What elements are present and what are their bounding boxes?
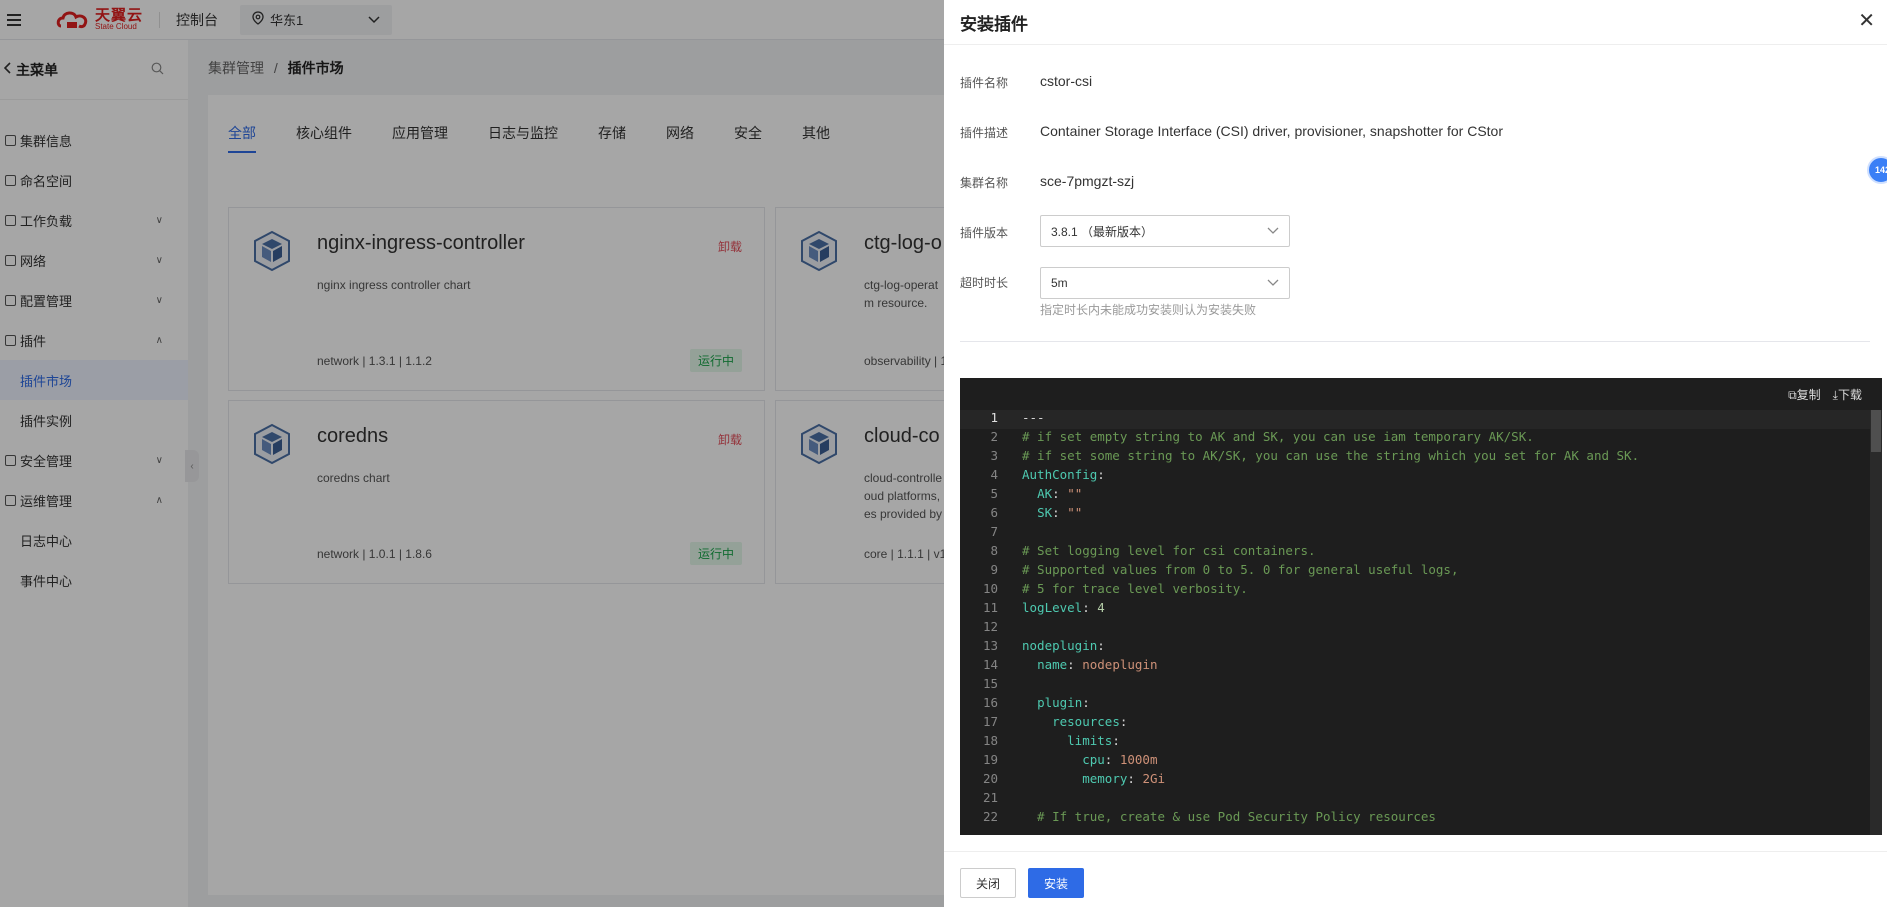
code-line: 17 resources:	[960, 714, 1882, 733]
line-code: memory: 2Gi	[1082, 771, 1166, 786]
editor-scrollbar[interactable]	[1870, 410, 1882, 835]
code-line: 4 AuthConfig:	[960, 467, 1882, 486]
plugin-name-value: cstor-csi	[1040, 73, 1093, 89]
line-number: 6	[990, 505, 998, 520]
line-code: ---	[1022, 410, 1045, 425]
line-code: logLevel: 4	[1022, 600, 1105, 615]
code-line: 20 memory: 2Gi	[960, 771, 1882, 790]
line-code: # 5 for trace level verbosity.	[1022, 581, 1248, 596]
line-number: 15	[982, 676, 998, 691]
install-button[interactable]: 安装	[1028, 868, 1084, 898]
line-number: 22	[982, 809, 998, 824]
modal-overlay[interactable]	[0, 0, 944, 907]
line-code: AuthConfig:	[1022, 467, 1105, 482]
line-code: name: nodeplugin	[1037, 657, 1158, 672]
code-line: 2 # if set empty string to AK and SK, you…	[960, 429, 1882, 448]
editor-toolbar: ⧉复制 ⤓下载	[1788, 386, 1862, 403]
scrollbar-thumb[interactable]	[1871, 410, 1881, 452]
code-line: 1 ---	[960, 410, 1882, 429]
timeout-hint: 指定时长内未能成功安装则认为安装失败	[1040, 303, 1257, 317]
line-number: 20	[982, 771, 998, 786]
plugin-version-label: 插件版本	[960, 226, 1009, 240]
copy-button[interactable]: ⧉复制	[1788, 386, 1821, 403]
version-value: 3.8.1 （最新版本）	[1051, 224, 1154, 239]
code-line: 21	[960, 790, 1882, 809]
copy-icon: ⧉	[1788, 388, 1797, 402]
code-line: 3 # if set some string to AK/SK, you can …	[960, 448, 1882, 467]
line-number: 14	[982, 657, 998, 672]
timeout-value: 5m	[1051, 276, 1068, 290]
line-number: 12	[982, 619, 998, 634]
line-code: # if set some string to AK/SK, you can u…	[1022, 448, 1640, 463]
line-number: 7	[990, 524, 998, 539]
line-code: limits:	[1067, 733, 1120, 748]
divider	[960, 341, 1870, 342]
plugin-name-label: 插件名称	[960, 76, 1009, 90]
line-code: plugin:	[1037, 695, 1090, 710]
code-line: 6 SK: ""	[960, 505, 1882, 524]
line-number: 17	[982, 714, 998, 729]
timeout-select[interactable]: 5m	[1040, 267, 1290, 299]
code-line: 7	[960, 524, 1882, 543]
line-number: 1	[990, 410, 998, 425]
line-number: 21	[982, 790, 998, 805]
copy-label: 复制	[1796, 388, 1821, 402]
line-number: 3	[990, 448, 998, 463]
code-line: 5 AK: ""	[960, 486, 1882, 505]
code-line: 16 plugin:	[960, 695, 1882, 714]
line-number: 18	[982, 733, 998, 748]
line-number: 11	[982, 600, 998, 615]
code-line: 9 # Supported values from 0 to 5. 0 for g…	[960, 562, 1882, 581]
divider	[944, 851, 1887, 852]
code-line: 10 # 5 for trace level verbosity.	[960, 581, 1882, 600]
line-code: # Set logging level for csi containers.	[1022, 543, 1316, 558]
line-code: AK: ""	[1037, 486, 1083, 501]
cluster-name-value: sce-7pmgzt-szj	[1040, 173, 1135, 189]
line-code: # If true, create & use Pod Security Pol…	[1022, 809, 1436, 824]
drawer-title: 安装插件	[960, 15, 1028, 34]
cluster-name-label: 集群名称	[960, 176, 1009, 190]
line-code: # Supported values from 0 to 5. 0 for ge…	[1022, 562, 1459, 577]
line-number: 4	[990, 467, 998, 482]
line-number: 2	[990, 429, 998, 444]
line-code: resources:	[1052, 714, 1128, 729]
close-icon[interactable]: ✕	[1858, 8, 1875, 33]
code-line: 11 logLevel: 4	[960, 600, 1882, 619]
line-code: # if set empty string to AK and SK, you …	[1022, 429, 1534, 444]
line-number: 8	[990, 543, 998, 558]
line-number: 5	[990, 486, 998, 501]
code-line: 15	[960, 676, 1882, 695]
timeout-label: 超时时长	[960, 276, 1009, 290]
plugin-version-select[interactable]: 3.8.1 （最新版本）	[1040, 215, 1290, 247]
close-button[interactable]: 关闭	[960, 868, 1016, 898]
code-line: 12	[960, 619, 1882, 638]
yaml-editor[interactable]: ⧉复制 ⤓下载 1 --- 2 # if set empty string to AK…	[960, 378, 1882, 835]
plugin-desc-label: 插件描述	[960, 126, 1009, 140]
chevron-down-icon	[1267, 224, 1279, 238]
line-number: 16	[982, 695, 998, 710]
line-code: cpu: 1000m	[1082, 752, 1158, 767]
line-code: nodeplugin:	[1022, 638, 1105, 653]
code-line: 13 nodeplugin:	[960, 638, 1882, 657]
download-button[interactable]: ⤓下载	[1833, 386, 1862, 403]
code-line: 8 # Set logging level for csi containers.	[960, 543, 1882, 562]
download-label: 下载	[1837, 388, 1862, 402]
editor-lines: 1 --- 2 # if set empty string to AK and SK,…	[960, 410, 1882, 828]
chevron-down-icon	[1267, 276, 1279, 290]
code-line: 18 limits:	[960, 733, 1882, 752]
code-line: 22 # If true, create & use Pod Security …	[960, 809, 1882, 828]
code-line: 14 name: nodeplugin	[960, 657, 1882, 676]
plugin-desc-value: Container Storage Interface (CSI) driver…	[1040, 123, 1503, 139]
notification-badge[interactable]: 142	[1867, 156, 1887, 184]
line-number: 9	[990, 562, 998, 577]
line-code: SK: ""	[1037, 505, 1083, 520]
install-plugin-drawer: 安装插件 ✕ 插件名称 cstor-csi 插件描述 Container Sto…	[944, 0, 1887, 907]
line-number: 19	[982, 752, 998, 767]
code-line: 19 cpu: 1000m	[960, 752, 1882, 771]
line-number: 10	[982, 581, 998, 596]
divider	[944, 44, 1887, 45]
line-number: 13	[982, 638, 998, 653]
